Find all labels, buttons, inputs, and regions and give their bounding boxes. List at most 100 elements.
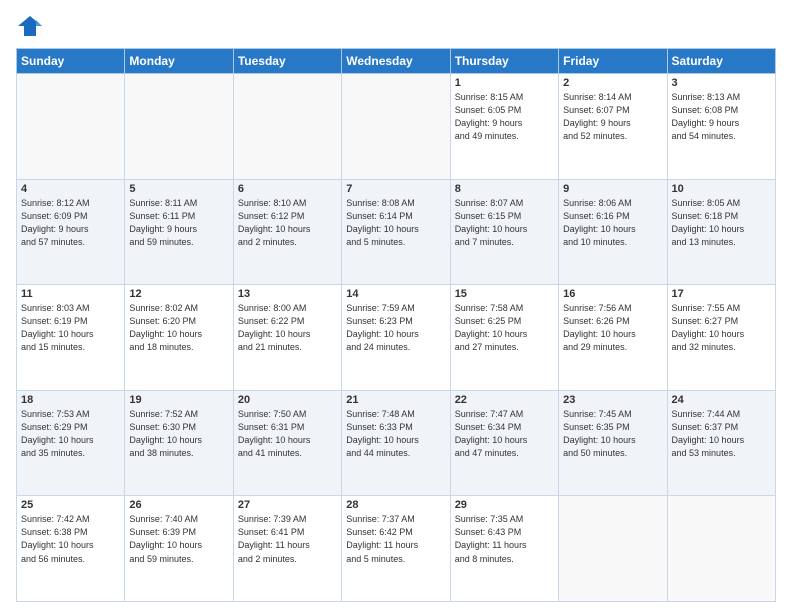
day-number: 6: [238, 183, 337, 195]
day-number: 16: [563, 288, 662, 300]
day-info: Sunrise: 8:08 AMSunset: 6:14 PMDaylight:…: [346, 197, 445, 249]
day-number: 25: [21, 499, 120, 511]
calendar-cell: 18 Sunrise: 7:53 AMSunset: 6:29 PMDayligh…: [17, 390, 125, 496]
header: [16, 12, 776, 40]
day-info: Sunrise: 7:37 AMSunset: 6:42 PMDaylight:…: [346, 513, 445, 565]
calendar-cell: 15 Sunrise: 7:58 AMSunset: 6:25 PMDayligh…: [450, 285, 558, 391]
weekday-header-saturday: Saturday: [667, 49, 775, 74]
day-info: Sunrise: 8:07 AMSunset: 6:15 PMDaylight:…: [455, 197, 554, 249]
day-number: 14: [346, 288, 445, 300]
week-row-3: 18 Sunrise: 7:53 AMSunset: 6:29 PMDayligh…: [17, 390, 776, 496]
calendar-cell: 4 Sunrise: 8:12 AMSunset: 6:09 PMDaylight…: [17, 179, 125, 285]
day-number: 10: [672, 183, 771, 195]
weekday-header-friday: Friday: [559, 49, 667, 74]
calendar-cell: 2 Sunrise: 8:14 AMSunset: 6:07 PMDaylight…: [559, 74, 667, 180]
day-number: 8: [455, 183, 554, 195]
day-number: 12: [129, 288, 228, 300]
day-number: 15: [455, 288, 554, 300]
weekday-header-sunday: Sunday: [17, 49, 125, 74]
weekday-header-row: SundayMondayTuesdayWednesdayThursdayFrid…: [17, 49, 776, 74]
week-row-0: 1 Sunrise: 8:15 AMSunset: 6:05 PMDaylight…: [17, 74, 776, 180]
day-number: 17: [672, 288, 771, 300]
day-number: 4: [21, 183, 120, 195]
day-number: 18: [21, 394, 120, 406]
day-info: Sunrise: 7:35 AMSunset: 6:43 PMDaylight:…: [455, 513, 554, 565]
day-number: 5: [129, 183, 228, 195]
page: SundayMondayTuesdayWednesdayThursdayFrid…: [0, 0, 792, 612]
day-info: Sunrise: 7:40 AMSunset: 6:39 PMDaylight:…: [129, 513, 228, 565]
calendar-table: SundayMondayTuesdayWednesdayThursdayFrid…: [16, 48, 776, 602]
weekday-header-thursday: Thursday: [450, 49, 558, 74]
day-info: Sunrise: 8:06 AMSunset: 6:16 PMDaylight:…: [563, 197, 662, 249]
day-info: Sunrise: 7:47 AMSunset: 6:34 PMDaylight:…: [455, 408, 554, 460]
day-number: 3: [672, 77, 771, 89]
day-info: Sunrise: 8:15 AMSunset: 6:05 PMDaylight:…: [455, 91, 554, 143]
calendar-cell: 3 Sunrise: 8:13 AMSunset: 6:08 PMDaylight…: [667, 74, 775, 180]
calendar-cell: 16 Sunrise: 7:56 AMSunset: 6:26 PMDayligh…: [559, 285, 667, 391]
week-row-2: 11 Sunrise: 8:03 AMSunset: 6:19 PMDayligh…: [17, 285, 776, 391]
week-row-4: 25Sunrise: 7:42 AMSunset: 6:38 PMDayligh…: [17, 496, 776, 602]
day-number: 7: [346, 183, 445, 195]
calendar-cell: 12 Sunrise: 8:02 AMSunset: 6:20 PMDayligh…: [125, 285, 233, 391]
day-number: 9: [563, 183, 662, 195]
weekday-header-monday: Monday: [125, 49, 233, 74]
calendar-cell: 20 Sunrise: 7:50 AMSunset: 6:31 PMDayligh…: [233, 390, 341, 496]
day-number: 28: [346, 499, 445, 511]
day-info: Sunrise: 7:44 AMSunset: 6:37 PMDaylight:…: [672, 408, 771, 460]
day-info: Sunrise: 8:03 AMSunset: 6:19 PMDaylight:…: [21, 302, 120, 354]
logo: [16, 12, 46, 40]
day-info: Sunrise: 8:12 AMSunset: 6:09 PMDaylight:…: [21, 197, 120, 249]
day-info: Sunrise: 7:39 AMSunset: 6:41 PMDaylight:…: [238, 513, 337, 565]
day-info: Sunrise: 8:05 AMSunset: 6:18 PMDaylight:…: [672, 197, 771, 249]
calendar-cell: [125, 74, 233, 180]
day-info: Sunrise: 7:58 AMSunset: 6:25 PMDaylight:…: [455, 302, 554, 354]
day-number: 20: [238, 394, 337, 406]
day-number: 21: [346, 394, 445, 406]
day-info: Sunrise: 8:00 AMSunset: 6:22 PMDaylight:…: [238, 302, 337, 354]
calendar-cell: 17 Sunrise: 7:55 AMSunset: 6:27 PMDayligh…: [667, 285, 775, 391]
day-number: 24: [672, 394, 771, 406]
day-info: Sunrise: 8:10 AMSunset: 6:12 PMDaylight:…: [238, 197, 337, 249]
logo-icon: [16, 12, 44, 40]
day-info: Sunrise: 8:02 AMSunset: 6:20 PMDaylight:…: [129, 302, 228, 354]
day-number: 1: [455, 77, 554, 89]
day-number: 19: [129, 394, 228, 406]
weekday-header-tuesday: Tuesday: [233, 49, 341, 74]
day-info: Sunrise: 7:53 AMSunset: 6:29 PMDaylight:…: [21, 408, 120, 460]
calendar-cell: [667, 496, 775, 602]
calendar-cell: 11 Sunrise: 8:03 AMSunset: 6:19 PMDayligh…: [17, 285, 125, 391]
weekday-header-wednesday: Wednesday: [342, 49, 450, 74]
calendar-cell: 8 Sunrise: 8:07 AMSunset: 6:15 PMDaylight…: [450, 179, 558, 285]
day-number: 23: [563, 394, 662, 406]
day-info: Sunrise: 7:55 AMSunset: 6:27 PMDaylight:…: [672, 302, 771, 354]
day-info: Sunrise: 7:45 AMSunset: 6:35 PMDaylight:…: [563, 408, 662, 460]
week-row-1: 4 Sunrise: 8:12 AMSunset: 6:09 PMDaylight…: [17, 179, 776, 285]
day-number: 29: [455, 499, 554, 511]
calendar-cell: 25Sunrise: 7:42 AMSunset: 6:38 PMDayligh…: [17, 496, 125, 602]
day-number: 27: [238, 499, 337, 511]
day-info: Sunrise: 7:59 AMSunset: 6:23 PMDaylight:…: [346, 302, 445, 354]
day-number: 22: [455, 394, 554, 406]
day-info: Sunrise: 8:13 AMSunset: 6:08 PMDaylight:…: [672, 91, 771, 143]
calendar-cell: [342, 74, 450, 180]
day-info: Sunrise: 8:11 AMSunset: 6:11 PMDaylight:…: [129, 197, 228, 249]
day-info: Sunrise: 7:52 AMSunset: 6:30 PMDaylight:…: [129, 408, 228, 460]
day-info: Sunrise: 7:56 AMSunset: 6:26 PMDaylight:…: [563, 302, 662, 354]
day-number: 2: [563, 77, 662, 89]
calendar-cell: 9 Sunrise: 8:06 AMSunset: 6:16 PMDaylight…: [559, 179, 667, 285]
day-number: 11: [21, 288, 120, 300]
calendar-cell: 29 Sunrise: 7:35 AMSunset: 6:43 PMDayligh…: [450, 496, 558, 602]
day-info: Sunrise: 8:14 AMSunset: 6:07 PMDaylight:…: [563, 91, 662, 143]
calendar-cell: 22 Sunrise: 7:47 AMSunset: 6:34 PMDayligh…: [450, 390, 558, 496]
day-number: 26: [129, 499, 228, 511]
calendar-cell: [559, 496, 667, 602]
calendar-cell: 14 Sunrise: 7:59 AMSunset: 6:23 PMDayligh…: [342, 285, 450, 391]
calendar-cell: 7 Sunrise: 8:08 AMSunset: 6:14 PMDaylight…: [342, 179, 450, 285]
calendar-cell: 10 Sunrise: 8:05 AMSunset: 6:18 PMDayligh…: [667, 179, 775, 285]
calendar-cell: 6 Sunrise: 8:10 AMSunset: 6:12 PMDaylight…: [233, 179, 341, 285]
calendar-cell: [233, 74, 341, 180]
day-number: 13: [238, 288, 337, 300]
calendar-cell: 13 Sunrise: 8:00 AMSunset: 6:22 PMDayligh…: [233, 285, 341, 391]
day-info: Sunrise: 7:50 AMSunset: 6:31 PMDaylight:…: [238, 408, 337, 460]
calendar-cell: 27 Sunrise: 7:39 AMSunset: 6:41 PMDayligh…: [233, 496, 341, 602]
